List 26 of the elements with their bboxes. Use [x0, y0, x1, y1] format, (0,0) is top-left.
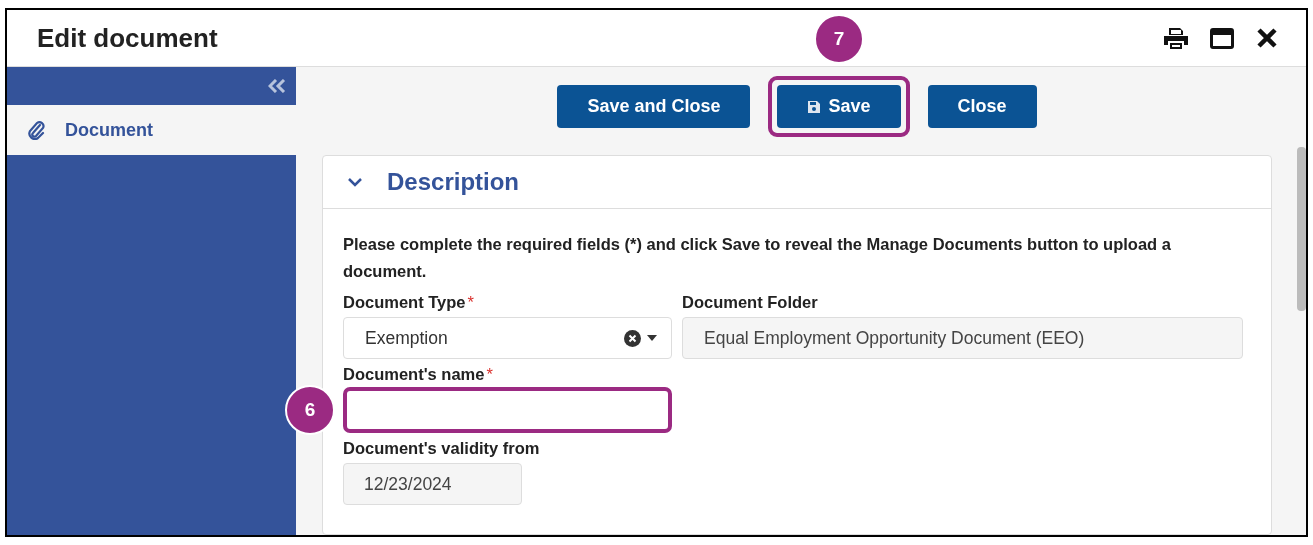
print-icon[interactable]	[1164, 27, 1188, 49]
input-field[interactable]: Equal Employment Opportunity Document (EEO)	[682, 317, 1243, 359]
collapse-icon[interactable]	[268, 79, 286, 93]
close-icon[interactable]	[1256, 27, 1278, 49]
toolbar-button[interactable]: Save	[777, 85, 901, 128]
window-title: Edit document	[37, 22, 218, 54]
step-badge: 6	[285, 385, 335, 435]
field-label: Document's validity from	[343, 439, 541, 458]
date-field[interactable]: 12/23/2024	[343, 463, 522, 505]
scrollbar[interactable]	[1297, 147, 1306, 311]
select-field[interactable]: Exemption	[343, 317, 672, 359]
paperclip-icon	[27, 120, 45, 140]
step-badge: 7	[814, 14, 864, 64]
save-icon	[807, 99, 822, 114]
maximize-icon[interactable]	[1210, 27, 1234, 49]
clear-icon[interactable]	[624, 329, 641, 347]
toolbar-button[interactable]: Save and Close	[557, 85, 751, 128]
section-title: Description	[387, 168, 520, 196]
instruction-text: Please complete the required fields (*) and click Save to reveal the Manage Documents button to upload a document.	[343, 234, 1172, 282]
sidebar-item[interactable]: Document	[7, 105, 296, 155]
chevron-icon[interactable]	[347, 177, 363, 187]
field-label: Document Folder	[682, 293, 819, 312]
caret-icon[interactable]	[647, 335, 657, 341]
field-label: Document's name*	[343, 365, 494, 384]
toolbar-button[interactable]: Close	[927, 85, 1037, 128]
field-label: Document Type*	[343, 293, 475, 312]
